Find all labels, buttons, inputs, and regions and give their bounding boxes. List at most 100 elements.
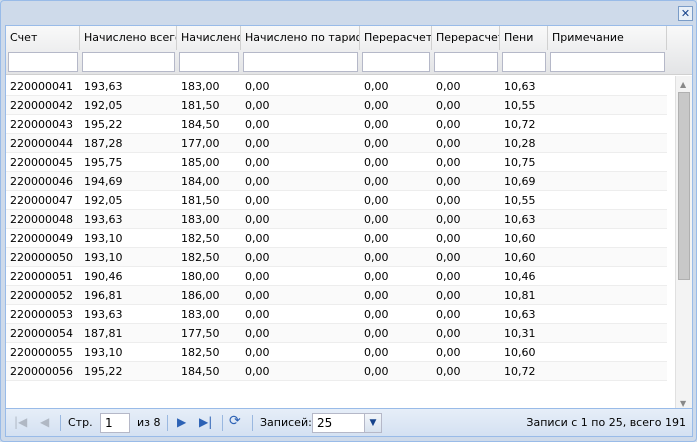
column-header[interactable]: Пени [500,26,548,50]
table-cell [548,172,667,191]
close-icon[interactable]: ✕ [678,6,693,21]
next-page-icon[interactable]: ▶ [177,415,186,429]
page-size-select[interactable]: 25 ▼ [312,413,382,433]
table-cell: 0,00 [436,308,461,321]
table-cell: 187,81 [84,327,123,340]
table-row[interactable]: 220000054 187,81 177,50 0,00 0,00 0,00 10,31 [6,324,667,343]
table-cell: 181,50 [181,194,220,207]
table-cell: 0,00 [436,327,461,340]
refresh-icon[interactable]: ⟳ [229,413,241,429]
separator [167,415,168,431]
table-cell: 220000052 [10,289,73,302]
first-page-icon[interactable]: |◀ [14,415,27,429]
scroll-thumb[interactable] [678,92,690,280]
table-cell: 0,00 [436,251,461,264]
table-cell: 0,00 [436,232,461,245]
table-cell: 0,00 [436,118,461,131]
column-filter-input[interactable] [550,52,665,72]
column-header[interactable]: Примечание [548,26,667,50]
records-summary: Записи с 1 по 25, всего 191 [526,416,686,429]
prev-page-icon[interactable]: ◀ [40,415,49,429]
table-cell [548,362,667,381]
table-cell: 0,00 [364,194,389,207]
table-cell [548,286,667,305]
table-row[interactable]: 220000053 193,63 183,00 0,00 0,00 0,00 10,63 [6,305,667,324]
table-row[interactable]: 220000056 195,22 184,50 0,00 0,00 0,00 10,72 [6,362,667,381]
column-filter-input[interactable] [434,52,498,72]
vertical-scrollbar[interactable]: ▲ ▼ [675,76,692,408]
table-cell: 195,22 [84,365,123,378]
table-cell [548,134,667,153]
table-row[interactable]: 220000052 196,81 186,00 0,00 0,00 0,00 10,81 [6,286,667,305]
paging-toolbar: |◀ ◀ Стр. 1 из 8 ▶ ▶| ⟳ Записей: 25 ▼ За… [5,409,693,437]
column-filter-input[interactable] [179,52,239,72]
chevron-down-icon[interactable]: ▼ [364,414,381,432]
column-filter-input[interactable] [362,52,430,72]
column-header[interactable]: Начислено всего [80,26,177,50]
table-cell: 0,00 [436,156,461,169]
dialog-window: ✕ Счет Начислено всего Начислено Начислено … [0,0,697,442]
table-cell: 10,31 [504,327,536,340]
table-cell: 220000055 [10,346,73,359]
table-row[interactable]: 220000043 195,22 184,50 0,00 0,00 0,00 10,72 [6,115,667,134]
table-cell: 0,00 [436,99,461,112]
data-grid: Счет Начислено всего Начислено Начислено по… [5,25,693,409]
table-cell: 0,00 [364,346,389,359]
column-filter-input[interactable] [8,52,78,72]
column-header[interactable]: Перерасчет п [360,26,432,50]
column-header[interactable]: Счет [6,26,80,50]
table-cell: 186,00 [181,289,220,302]
table-row[interactable]: 220000041 193,63 183,00 0,00 0,00 0,00 10,63 [6,77,667,96]
table-cell: 0,00 [364,99,389,112]
table-row[interactable]: 220000045 195,75 185,00 0,00 0,00 0,00 10,75 [6,153,667,172]
table-cell: 192,05 [84,194,123,207]
table-cell: 0,00 [245,365,270,378]
table-row[interactable]: 220000050 193,10 182,50 0,00 0,00 0,00 10,60 [6,248,667,267]
table-cell: 10,63 [504,213,536,226]
table-cell: 195,22 [84,118,123,131]
column-header[interactable]: Перерасчет [432,26,500,50]
table-cell [548,267,667,286]
table-cell: 10,75 [504,156,536,169]
table-cell: 0,00 [436,289,461,302]
table-row[interactable]: 220000047 192,05 181,50 0,00 0,00 0,00 10,55 [6,191,667,210]
table-cell: 0,00 [245,289,270,302]
table-row[interactable]: 220000051 190,46 180,00 0,00 0,00 0,00 10,46 [6,267,667,286]
column-filter-input[interactable] [243,52,358,72]
table-row[interactable]: 220000046 194,69 184,00 0,00 0,00 0,00 10,69 [6,172,667,191]
column-filter-input[interactable] [502,52,546,72]
table-cell: 220000047 [10,194,73,207]
table-cell: 10,72 [504,365,536,378]
table-cell: 0,00 [245,346,270,359]
table-cell: 0,00 [245,251,270,264]
table-row[interactable]: 220000042 192,05 181,50 0,00 0,00 0,00 10,55 [6,96,667,115]
column-filter-input[interactable] [82,52,175,72]
table-cell: 0,00 [364,365,389,378]
table-cell: 220000046 [10,175,73,188]
table-cell: 10,60 [504,251,536,264]
table-row[interactable]: 220000049 193,10 182,50 0,00 0,00 0,00 10,60 [6,229,667,248]
table-row[interactable]: 220000048 193,63 183,00 0,00 0,00 0,00 10,63 [6,210,667,229]
table-cell [548,248,667,267]
table-row[interactable]: 220000055 193,10 182,50 0,00 0,00 0,00 10,60 [6,343,667,362]
table-cell [548,96,667,115]
page-input[interactable]: 1 [100,413,130,433]
table-cell [548,229,667,248]
table-cell: 0,00 [436,175,461,188]
table-cell: 184,00 [181,175,220,188]
column-header[interactable]: Начислено [177,26,241,50]
table-cell: 0,00 [364,175,389,188]
page-size-value: 25 [317,416,333,430]
scroll-down-icon[interactable]: ▼ [680,399,686,408]
scroll-up-icon[interactable]: ▲ [680,80,686,89]
table-cell: 0,00 [364,137,389,150]
table-cell: 0,00 [245,194,270,207]
table-cell [548,343,667,362]
column-header[interactable]: Начислено по тарифу [241,26,360,50]
table-cell: 193,63 [84,308,123,321]
table-cell [548,191,667,210]
last-page-icon[interactable]: ▶| [199,415,212,429]
table-row[interactable]: 220000044 187,28 177,00 0,00 0,00 0,00 10,28 [6,134,667,153]
table-cell: 182,50 [181,251,220,264]
table-cell: 0,00 [245,137,270,150]
